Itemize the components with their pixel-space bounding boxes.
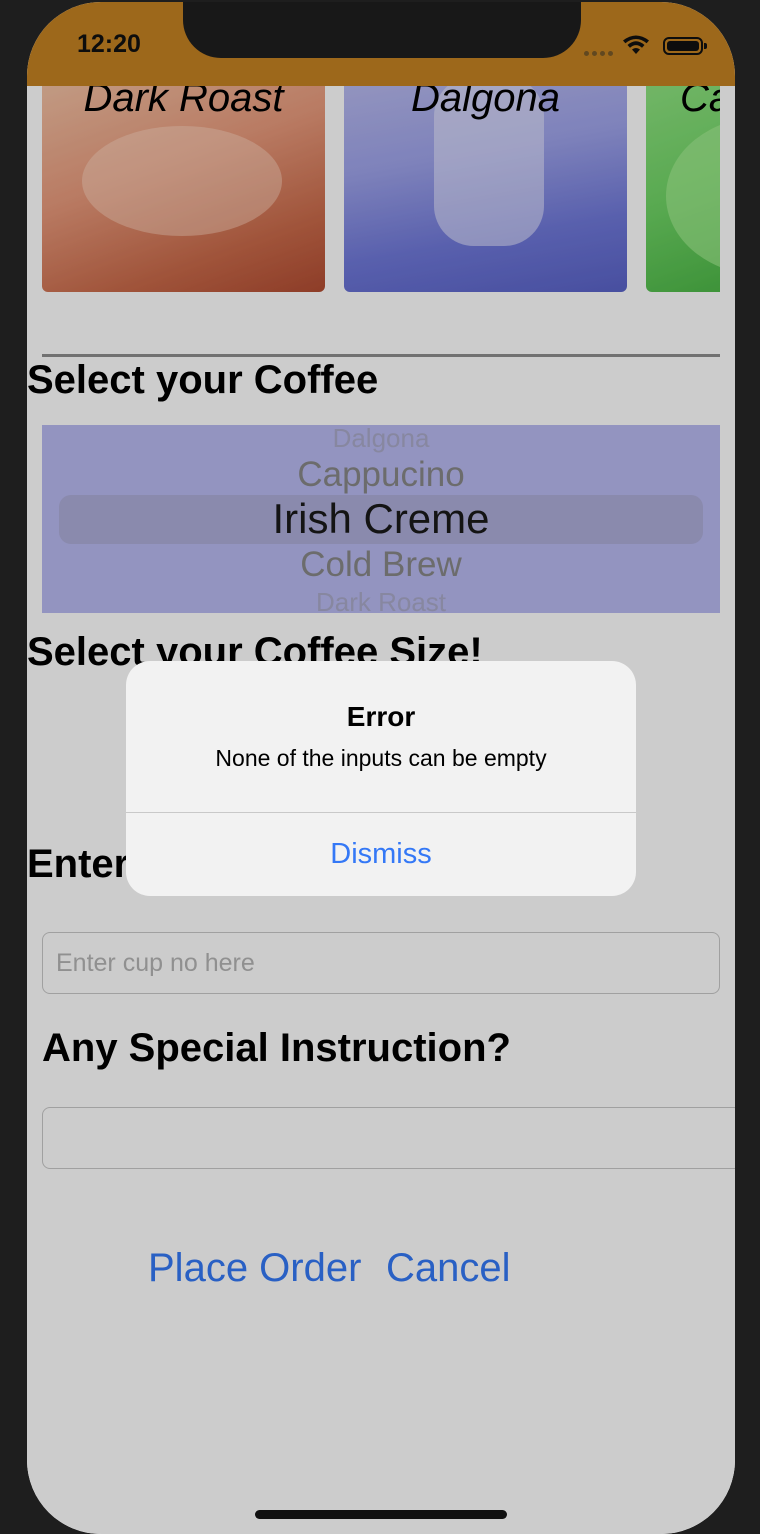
alert-message: None of the inputs can be empty [215, 745, 547, 771]
home-indicator[interactable] [255, 1510, 507, 1519]
alert-title: Error [346, 701, 416, 732]
error-alert: Error None of the inputs can be empty Di… [126, 661, 636, 896]
phone-screen: 12:20 Dark Roast Dalgona Ca [27, 2, 735, 1534]
dismiss-button[interactable]: Dismiss [126, 813, 636, 896]
